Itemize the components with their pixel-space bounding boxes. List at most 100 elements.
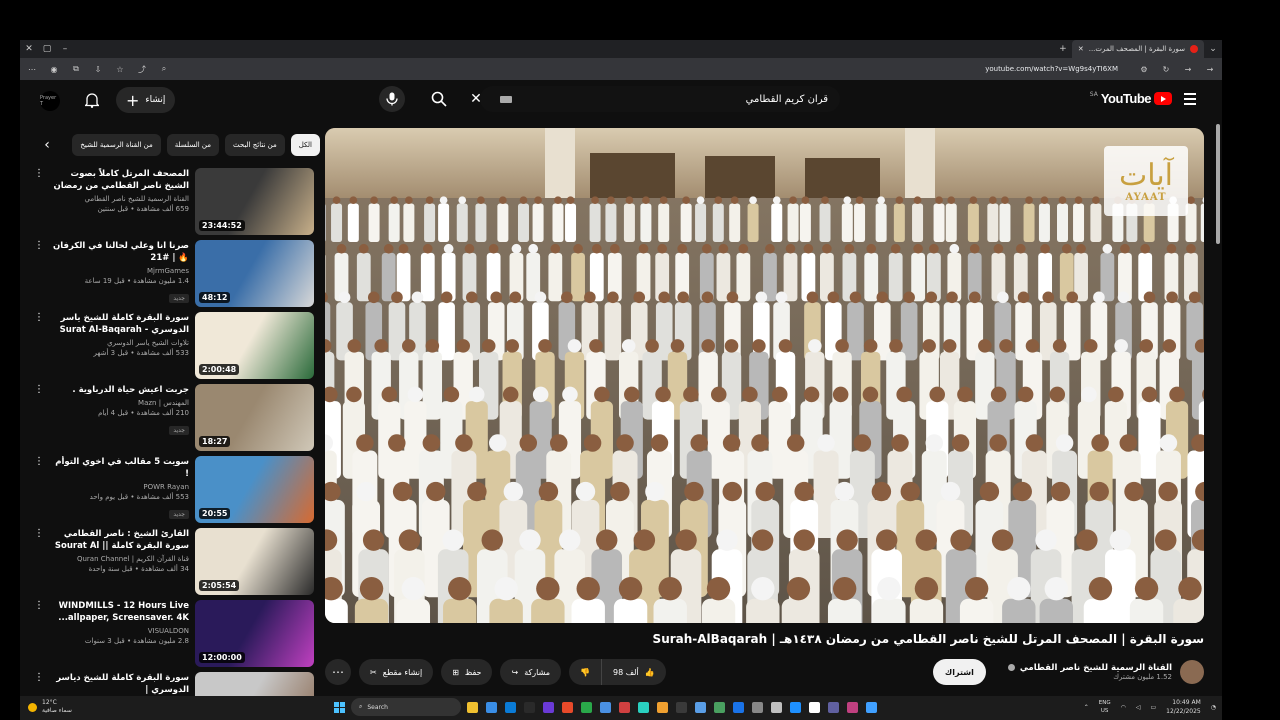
windows-start-icon[interactable] xyxy=(334,701,345,713)
reload-icon[interactable]: ↻ xyxy=(1160,65,1172,74)
more-vert-icon[interactable]: ⋮ xyxy=(34,385,44,395)
more-vert-icon[interactable]: ⋮ xyxy=(34,673,44,683)
video-thumbnail[interactable]: 12:00:00 xyxy=(195,600,314,667)
video-thumbnail[interactable]: 2:05:54 xyxy=(195,528,314,595)
related-channel-name[interactable]: POWR Rayan xyxy=(51,483,189,491)
related-video-item[interactable]: 23:44:52 المصحف المرتل كاملاً بصوت الشيخ … xyxy=(30,168,320,240)
maximize-icon[interactable]: ▢ xyxy=(38,40,56,58)
forward-icon[interactable]: → xyxy=(1182,65,1194,74)
more-vert-icon[interactable]: ⋮ xyxy=(34,241,44,251)
extensions-icon[interactable]: ⧉ xyxy=(70,64,82,74)
related-video-title[interactable]: جربت اعيش حياة الدرباوية . xyxy=(51,384,189,396)
close-window-icon[interactable]: ✕ xyxy=(20,40,38,58)
pinned-app-icon[interactable] xyxy=(809,701,820,713)
new-tab-icon[interactable]: + xyxy=(1054,40,1072,58)
pinned-app-icon[interactable] xyxy=(524,701,535,713)
pinned-app-icon[interactable] xyxy=(771,701,782,713)
related-video-item[interactable]: 12:00:00 WINDMILLS - 12 Hours Live ...all… xyxy=(30,600,320,672)
pinned-app-icon[interactable] xyxy=(600,701,611,713)
related-video-item[interactable]: سورة البقرة كاملة للشيخ دياسر الدوسري | ⋮ xyxy=(30,672,320,696)
related-video-item[interactable]: 2:05:54 القارئ الشيخ : ناصر القطامي سورة … xyxy=(30,528,320,600)
youtube-logo[interactable]: SA YouTube xyxy=(1090,91,1172,106)
video-thumbnail[interactable]: 2:00:48 xyxy=(195,312,314,379)
notifications-bell-icon[interactable] xyxy=(79,87,105,113)
zoom-icon[interactable]: ⌕ xyxy=(158,64,170,74)
chevron-left-icon[interactable]: ‹ xyxy=(36,134,58,156)
related-channel-name[interactable]: تلاوات الشيخ ياسر الدوسري xyxy=(51,339,189,347)
filter-chip[interactable]: من السلسلة xyxy=(166,134,219,156)
video-player[interactable]: آيات AYAAT xyxy=(325,128,1204,623)
tab-close-icon[interactable]: ✕ xyxy=(1078,45,1084,53)
language-indicator[interactable]: ENG US xyxy=(1099,699,1111,715)
pinned-app-icon[interactable] xyxy=(543,701,554,713)
filter-chip[interactable]: من نتائج البحث xyxy=(224,134,285,156)
pinned-app-icon[interactable] xyxy=(714,701,725,713)
profile-icon[interactable]: ◉ xyxy=(48,65,60,74)
microphone-icon[interactable] xyxy=(379,86,405,112)
tray-chevron-icon[interactable]: ⌃ xyxy=(1084,704,1089,711)
search-icon[interactable] xyxy=(426,86,452,112)
create-button[interactable]: + إنشاء xyxy=(116,87,176,113)
keyboard-icon[interactable] xyxy=(500,95,512,103)
related-video-title[interactable]: سويت 5 مقالب في اخوي التوأم ! xyxy=(51,456,189,480)
video-thumbnail[interactable] xyxy=(195,672,314,696)
related-channel-name[interactable]: قناة القرآن الكريم | Quran Channel xyxy=(51,555,189,563)
pinned-app-icon[interactable] xyxy=(866,701,877,713)
related-video-item[interactable]: 20:55 سويت 5 مقالب في اخوي التوأم ! POWR R… xyxy=(30,456,320,528)
pinned-app-icon[interactable] xyxy=(657,701,668,713)
related-video-title[interactable]: القارئ الشيخ : ناصر القطامي سورة البقرة … xyxy=(51,528,189,552)
like-button[interactable]: 98 ألف 👍 xyxy=(600,659,666,685)
related-video-item[interactable]: 18:27 جربت اعيش حياة الدرباوية . المهندس |… xyxy=(30,384,320,456)
more-vert-icon[interactable]: ⋮ xyxy=(34,529,44,539)
pinned-app-icon[interactable] xyxy=(733,701,744,713)
related-channel-name[interactable]: MjrmGames xyxy=(51,267,189,275)
pinned-app-icon[interactable] xyxy=(828,701,839,713)
share-button[interactable]: ↪ مشاركة xyxy=(500,659,562,685)
taskbar-search[interactable]: ⌕ Search xyxy=(351,698,461,716)
dislike-button[interactable]: 👎 xyxy=(569,659,601,685)
related-video-title[interactable]: سورة البقرة كاملة للشيخ دياسر الدوسري | xyxy=(51,672,189,696)
more-icon[interactable]: ⋯ xyxy=(26,65,38,74)
pinned-app-icon[interactable] xyxy=(847,701,858,713)
pinned-app-icon[interactable] xyxy=(790,701,801,713)
pinned-app-icon[interactable] xyxy=(695,701,706,713)
pinned-app-icon[interactable] xyxy=(752,701,763,713)
share-page-icon[interactable]: ⤴ xyxy=(136,64,148,75)
browser-tab[interactable]: سورة البقرة | المصحف المرت... ✕ xyxy=(1071,40,1204,58)
more-vert-icon[interactable]: ⋮ xyxy=(34,313,44,323)
filter-chip[interactable]: الكل xyxy=(290,134,320,156)
volume-icon[interactable]: ◁ xyxy=(1136,704,1141,711)
video-thumbnail[interactable]: 48:12 xyxy=(195,240,314,307)
weather-widget[interactable]: 12°C سماء صافية xyxy=(28,699,72,715)
related-channel-name[interactable]: المهندس | Mazn xyxy=(51,399,189,407)
more-vert-icon[interactable]: ⋮ xyxy=(34,169,44,179)
pinned-app-icon[interactable] xyxy=(676,701,687,713)
pinned-app-icon[interactable] xyxy=(638,701,649,713)
clip-button[interactable]: ✂ إنشاء مقطع xyxy=(359,659,434,685)
related-video-title[interactable]: سورة البقرة كاملة للشيخ ياسر الدوسري - S… xyxy=(51,312,189,336)
site-settings-icon[interactable]: ⚙ xyxy=(1138,65,1150,74)
video-thumbnail[interactable]: 23:44:52 xyxy=(195,168,314,235)
pinned-app-icon[interactable] xyxy=(581,701,592,713)
filter-chip[interactable]: من القناة الرسمية للشيخ xyxy=(72,134,161,156)
url-field[interactable]: youtube.com/watch?v=Wg9s4yTI6XM xyxy=(180,65,1128,73)
notifications-icon[interactable]: ◔ xyxy=(1211,704,1216,711)
clock[interactable]: 10:49 AM 12/22/2025 xyxy=(1166,698,1201,716)
search-input[interactable]: قران كريم القطامي xyxy=(480,86,840,112)
page-scrollbar[interactable] xyxy=(1216,124,1220,244)
battery-icon[interactable]: ▭ xyxy=(1150,704,1156,711)
more-actions-icon[interactable]: ⋯ xyxy=(325,659,351,685)
save-button[interactable]: ⊞ حفظ xyxy=(441,659,493,685)
account-avatar[interactable]: Prayer T xyxy=(40,91,60,111)
tab-menu-icon[interactable]: ⌄ xyxy=(1204,40,1222,58)
pinned-app-icon[interactable] xyxy=(467,701,478,713)
video-thumbnail[interactable]: 20:55 xyxy=(195,456,314,523)
menu-icon[interactable] xyxy=(1184,93,1196,105)
subscribe-button[interactable]: اشتراك xyxy=(932,659,986,685)
pinned-app-icon[interactable] xyxy=(486,701,497,713)
related-video-item[interactable]: 48:12 صرنا انا وعلي لحالنا في الكرفان 🔥 |… xyxy=(30,240,320,312)
related-video-item[interactable]: 2:00:48 سورة البقرة كاملة للشيخ ياسر الدو… xyxy=(30,312,320,384)
related-channel-name[interactable]: VISUALDON xyxy=(51,627,189,635)
search-query[interactable]: قران كريم القطامي xyxy=(512,94,828,105)
downloads-icon[interactable]: ⇩ xyxy=(92,65,104,74)
